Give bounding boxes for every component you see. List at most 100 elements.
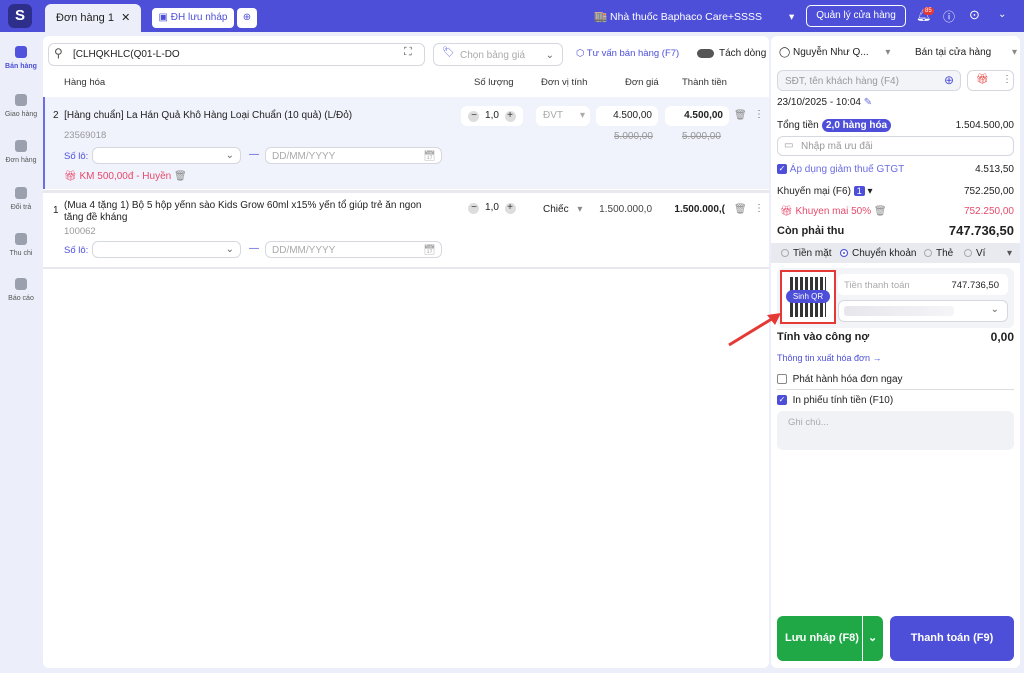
payment-cash[interactable]: Tiền mặt [781, 248, 832, 259]
issue-invoice-checkbox[interactable]: Phát hành hóa đơn ngay [777, 374, 903, 385]
payment-card[interactable]: Thẻ [924, 248, 953, 259]
sidebar-item-delivery[interactable]: Giao hàng [0, 94, 42, 118]
trash-icon[interactable]: 🗑︎ [734, 204, 747, 215]
more-vertical-icon[interactable]: ⋮ [1002, 74, 1012, 85]
payment-label: Ví [976, 248, 986, 259]
unit-price-input[interactable]: 1.500.000,0 [596, 204, 652, 215]
pay-button[interactable]: Thanh toán (F9) [890, 616, 1014, 661]
table-row[interactable]: 1 (Mua 4 tặng 1) Bộ 5 hộp yếnn sào Kids G… [53, 200, 423, 224]
product-search-input[interactable]: [CLHQKHLC(Q01-L-DO [48, 43, 425, 66]
old-price: 5.000,00 [614, 131, 653, 142]
plus-button[interactable]: + [504, 111, 516, 122]
sidebar-label: Thu chi [9, 250, 33, 257]
sidebar-item-reports[interactable]: Báo cáo [0, 278, 42, 302]
plus-button[interactable]: + [504, 203, 516, 214]
sidebar-item-orders[interactable]: Đơn hàng [0, 140, 42, 164]
checkbox[interactable] [777, 374, 787, 385]
print-receipt-checkbox[interactable]: ✓ In phiếu tính tiền (F10) [777, 395, 893, 406]
chevron-down-icon[interactable]: ▾ [1007, 248, 1012, 259]
store-selector[interactable]: 🏬 Nhà thuốc Baphaco Care+SSSS ▾ [594, 10, 794, 23]
customer-search-input[interactable]: SĐT, tên khách hàng (F4) ⊕ [777, 70, 961, 91]
unit-select[interactable]: Chiếc ▾ [543, 204, 582, 215]
sidebar-item-returns[interactable]: Đổi trả [0, 187, 42, 211]
minus-button[interactable]: − [468, 203, 480, 214]
scan-icon[interactable]: ⛶ [404, 46, 412, 59]
lot-select[interactable]: ⌄ [92, 147, 241, 164]
promo-item-value: 752.250,00 [963, 206, 1014, 217]
payment-wallet[interactable]: Ví [964, 248, 985, 259]
vat-checkbox[interactable]: ✓ Áp dụng giảm thuế GTGT [777, 164, 904, 175]
lot-label: Số lô: [64, 151, 89, 162]
quantity-stepper[interactable]: − 1,0 + [461, 198, 523, 218]
edit-icon: ✎ [863, 97, 873, 108]
unit-price-input[interactable]: 4.500,00 [596, 106, 658, 126]
gift-icon[interactable]: 🎁︎ [976, 74, 989, 85]
sidebar-item-cashflow[interactable]: Thu chi [0, 233, 42, 257]
add-tab-button[interactable]: ⊕ [237, 8, 257, 28]
sidebar-item-sales[interactable]: Bán hàng [0, 46, 42, 70]
store-manage-label: Quản lý cửa hàng [816, 10, 896, 21]
store-icon: 🏬 [594, 11, 608, 23]
trash-icon[interactable]: 🗑︎ [874, 206, 887, 217]
qr-code-button[interactable]: Sinh QR [780, 270, 836, 324]
split-line-toggle[interactable] [697, 49, 714, 58]
bank-account-select[interactable]: ⌄ [838, 300, 1008, 322]
invoice-info-link[interactable]: Thông tin xuất hóa đơn → [777, 353, 881, 363]
trash-icon[interactable]: 🗑︎ [734, 110, 747, 121]
old-total: 5.000,00 [682, 131, 721, 142]
quantity-stepper[interactable]: − 1,0 + [461, 106, 523, 126]
checkbox-checked[interactable]: ✓ [777, 395, 787, 406]
unit-select[interactable]: ĐVT ▾ [536, 106, 590, 126]
radio[interactable] [964, 249, 972, 258]
user-icon: ◯ [779, 47, 791, 58]
item-count-badge: 2,0 hàng hóa [822, 119, 892, 132]
radio[interactable] [840, 249, 848, 258]
split-line-label: Tách dòng [719, 48, 767, 59]
document-icon [15, 140, 27, 152]
generate-qr-label: Sinh QR [786, 290, 830, 303]
promo-count: 1 [853, 186, 865, 196]
chevron-down-icon[interactable]: ⌄ [998, 9, 1006, 20]
sidebar-label: Báo cáo [8, 295, 34, 302]
more-vertical-icon[interactable]: ⋮ [754, 109, 764, 120]
customer-actions: 🎁︎ ⋮ [967, 70, 1014, 91]
due-value: 747.736,50 [948, 223, 1014, 238]
payment-label: Tiền mặt [793, 248, 832, 259]
save-draft-button[interactable]: Lưu nháp (F8) ⌄ [777, 616, 883, 661]
chevron-down-icon[interactable]: ⌄ [868, 616, 877, 661]
qty-value: 1,0 [485, 110, 499, 121]
consult-button[interactable]: ⬡ Tư vấn bán hàng (F7) [576, 48, 679, 59]
expiry-date-input[interactable]: DD/MM/YYYY 📅︎ [265, 241, 442, 258]
help-icon[interactable]: ⓘ [943, 8, 955, 25]
promo-dropdown[interactable]: Khuyến mại (F6) 1 ▾ [777, 186, 873, 197]
calendar-icon: 📅︎ [423, 151, 436, 162]
lot-select[interactable]: ⌄ [92, 241, 241, 258]
truck-icon [15, 94, 27, 106]
radio[interactable] [781, 249, 789, 258]
more-vertical-icon[interactable]: ⋮ [754, 203, 764, 214]
sidebar-label: Giao hàng [4, 111, 38, 118]
tab-order-1[interactable]: Đơn hàng 1 ✕ [45, 4, 141, 32]
checkbox-checked[interactable]: ✓ [777, 164, 787, 175]
more-icon[interactable]: ⊙ [969, 7, 980, 23]
line-total: 4.500,00 [665, 106, 729, 126]
datetime-value: 23/10/2025 - 10:04 [777, 97, 861, 108]
order-datetime[interactable]: 23/10/2025 - 10:04 ✎ [777, 97, 872, 108]
trash-icon[interactable]: 🗑︎ [174, 171, 187, 182]
vat-value: 4.513,50 [975, 164, 1014, 175]
store-manage-button[interactable]: Quản lý cửa hàng [806, 5, 906, 27]
close-icon[interactable]: ✕ [121, 12, 130, 24]
payment-transfer[interactable]: Chuyển khoản [840, 248, 917, 259]
payment-amount-input[interactable]: Tiền thanh toán 747.736,50 [838, 274, 1008, 295]
draft-orders-button[interactable]: ▣ ĐH lưu nháp [152, 8, 234, 28]
app-logo[interactable]: S [8, 4, 32, 28]
channel-select[interactable]: Bán tại cửa hàng ▾ [915, 47, 1017, 58]
note-textarea[interactable]: Ghi chú... [777, 411, 1014, 450]
seller-select[interactable]: ◯ Nguyễn Như Q... ▾ [779, 47, 890, 58]
row-index: 1 [53, 205, 59, 216]
add-customer-icon[interactable]: ⊕ [944, 73, 954, 87]
coupon-input[interactable]: ▭ Nhập mã ưu đãi [777, 136, 1014, 156]
minus-button[interactable]: − [468, 111, 480, 122]
radio[interactable] [924, 249, 932, 258]
expiry-date-input[interactable]: DD/MM/YYYY 📅︎ [265, 147, 442, 164]
